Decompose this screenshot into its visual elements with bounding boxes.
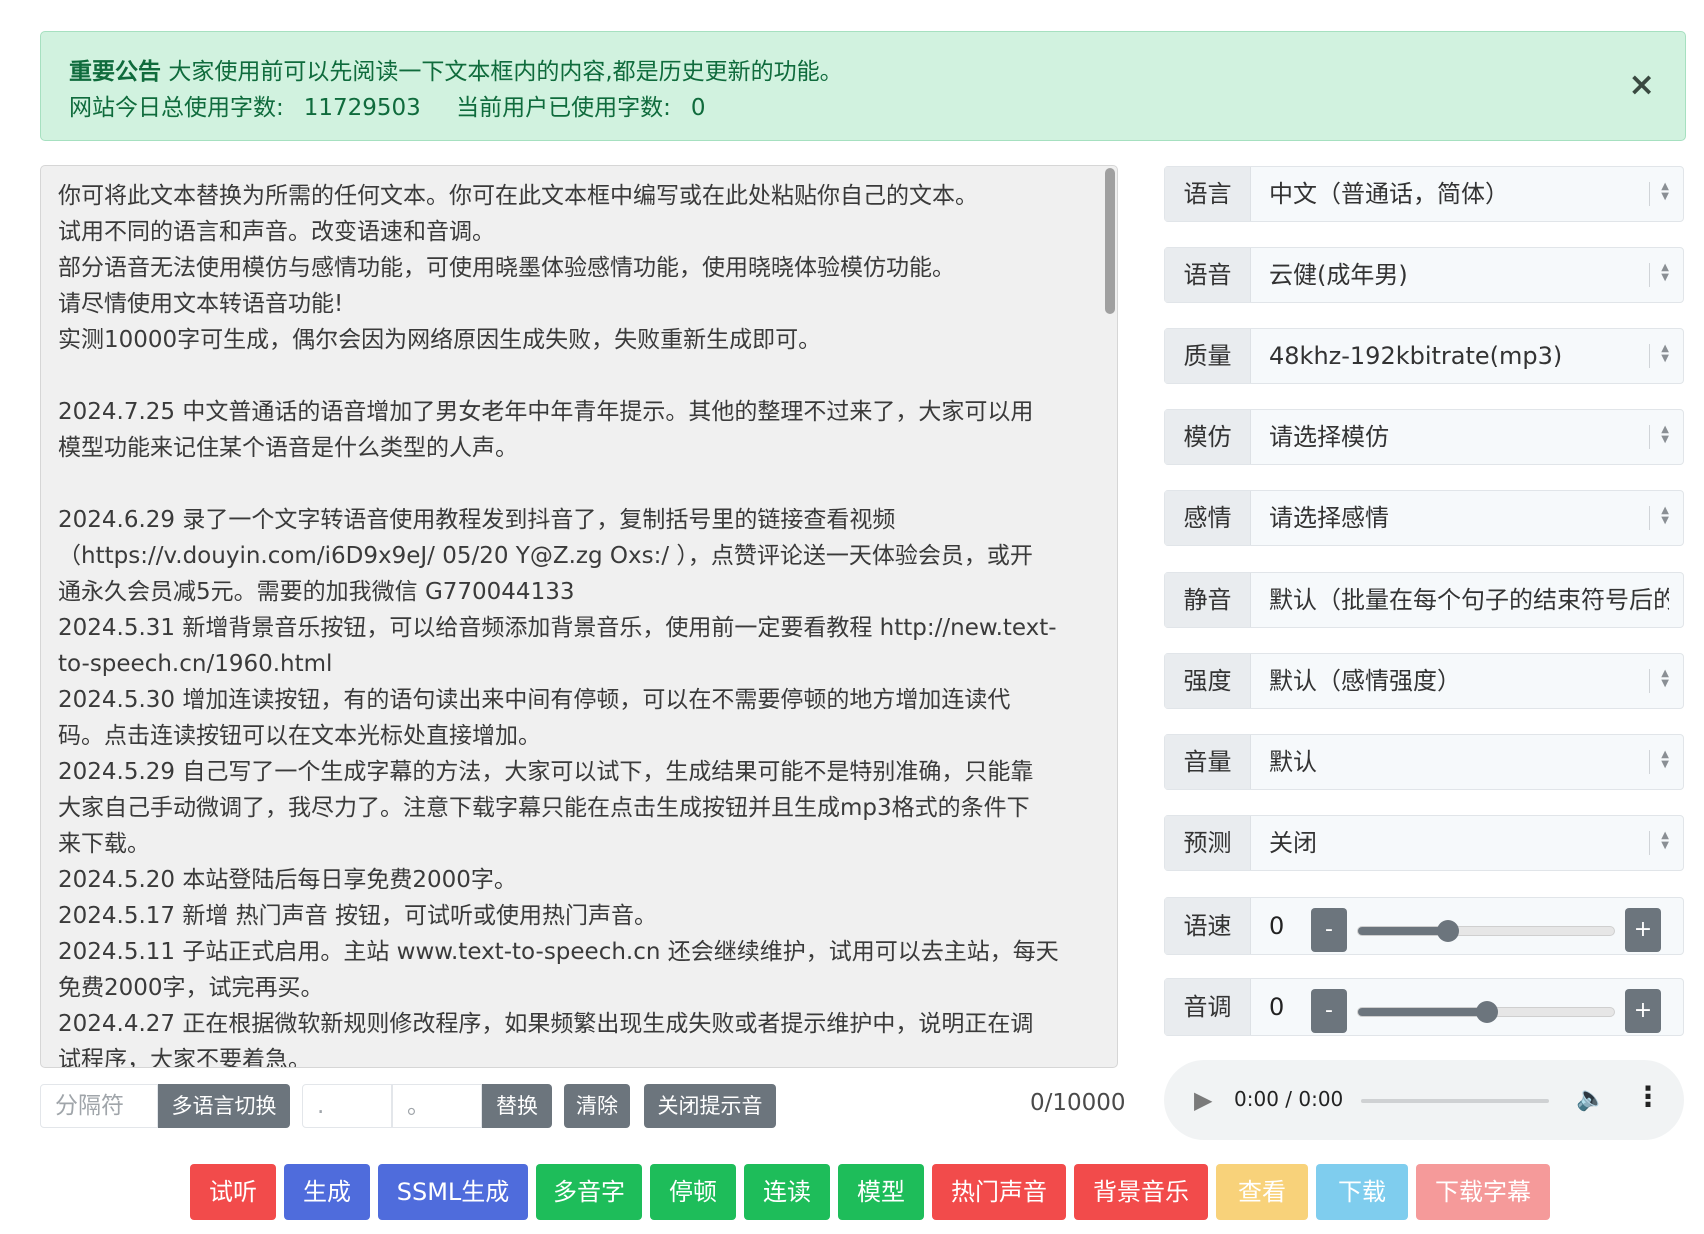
action-button[interactable]: 多音字 [536,1164,642,1220]
close-tone-button[interactable]: 关闭提示音 [644,1084,776,1128]
pitch-slider-thumb[interactable] [1476,1001,1498,1023]
rate-label: 语速 [1165,898,1251,954]
intensity-value[interactable]: 默认（感情强度） [1269,654,1633,708]
chevron-updown-icon: ▲ ▼ [1649,344,1669,368]
volume-label: 音量 [1165,735,1251,789]
imitate-value[interactable]: 请选择模仿 [1269,410,1633,464]
rate-control: 语速 0 - + [1164,897,1684,955]
play-icon[interactable]: ▶ [1194,1086,1212,1114]
usage-stats: 网站今日总使用字数: 11729503 当前用户已使用字数: 0 [69,90,1657,126]
close-icon[interactable]: × [1628,68,1655,100]
volume-value[interactable]: 默认 [1269,735,1633,789]
silence-value[interactable]: 默认（批量在每个句子的结束符号后的 [1269,573,1669,627]
intensity-label: 强度 [1165,654,1251,708]
announcement-title: 重要公告 [69,59,161,85]
volume-icon[interactable]: 🔈 [1576,1084,1606,1112]
emotion-label: 感情 [1165,491,1251,545]
rate-increase-button[interactable]: + [1625,908,1661,952]
pitch-slider[interactable] [1357,1001,1615,1023]
imitate-select[interactable]: 模仿 请选择模仿 ▲ ▼ [1164,409,1684,465]
today-usage-label: 网站今日总使用字数: [69,95,284,121]
text-editor[interactable]: 你可将此文本替换为所需的任何文本。你可在此文本框中编写或在此处粘贴你自己的文本。… [40,165,1118,1068]
action-button[interactable]: 模型 [838,1164,924,1220]
action-button[interactable]: 热门声音 [932,1164,1066,1220]
announcement-message: 大家使用前可以先阅读一下文本框内的内容,都是历史更新的功能。 [168,59,843,85]
silence-label: 静音 [1165,573,1251,627]
user-usage-value: 0 [690,95,706,121]
action-button[interactable]: 背景音乐 [1074,1164,1208,1220]
voice-select[interactable]: 语音 云健(成年男) ▲ ▼ [1164,247,1684,303]
today-usage-value: 11729503 [303,95,421,121]
action-button[interactable]: 下载 [1316,1164,1408,1220]
action-button[interactable]: SSML生成 [378,1164,528,1220]
volume-select[interactable]: 音量 默认 ▲ ▼ [1164,734,1684,790]
quality-label: 质量 [1165,329,1251,383]
chevron-updown-icon: ▲ ▼ [1649,831,1669,855]
rate-value: 0 [1269,912,1285,940]
rate-decrease-button[interactable]: - [1311,908,1347,952]
chevron-updown-icon: ▲ ▼ [1649,750,1669,774]
pitch-slider-fill [1358,1008,1487,1016]
replace-input[interactable]: 。 [392,1084,482,1128]
predict-select[interactable]: 预测 关闭 ▲ ▼ [1164,815,1684,871]
multilang-switch-button[interactable]: 多语言切换 [158,1084,290,1128]
action-button[interactable]: 下载字幕 [1416,1164,1550,1220]
chevron-updown-icon: ▲ ▼ [1649,425,1669,449]
chevron-updown-icon: ▲ ▼ [1649,506,1669,530]
rate-slider-thumb[interactable] [1437,920,1460,942]
emotion-value[interactable]: 请选择感情 [1269,491,1633,545]
voice-label: 语音 [1165,248,1251,302]
audio-player: ▶ 0:00 / 0:00 🔈 ⋮ [1164,1060,1684,1140]
announcement-alert: 重要公告 大家使用前可以先阅读一下文本框内的内容,都是历史更新的功能。 网站今日… [40,31,1686,141]
voice-value[interactable]: 云健(成年男) [1269,248,1633,302]
rate-slider-fill [1358,927,1449,935]
replace-button[interactable]: 替换 [482,1084,552,1128]
user-usage-label: 当前用户已使用字数: [456,95,671,121]
intensity-select[interactable]: 强度 默认（感情强度） ▲ ▼ [1164,653,1684,709]
language-label: 语言 [1165,167,1251,221]
find-input[interactable]: . [302,1084,392,1128]
pitch-increase-button[interactable]: + [1625,989,1661,1033]
quality-select[interactable]: 质量 48khz-192kbitrate(mp3) ▲ ▼ [1164,328,1684,384]
language-select[interactable]: 语言 中文（普通话，简体） ▲ ▼ [1164,166,1684,222]
pitch-label: 音调 [1165,979,1251,1035]
clear-button[interactable]: 清除 [564,1084,630,1128]
predict-value[interactable]: 关闭 [1269,816,1633,870]
action-button[interactable]: 生成 [284,1164,370,1220]
action-button[interactable]: 连读 [744,1164,830,1220]
imitate-label: 模仿 [1165,410,1251,464]
action-button[interactable]: 试听 [190,1164,276,1220]
separator-input[interactable]: 分隔符 [40,1084,158,1128]
predict-label: 预测 [1165,816,1251,870]
action-button[interactable]: 停顿 [650,1164,736,1220]
chevron-updown-icon: ▲ ▼ [1649,263,1669,287]
silence-input[interactable]: 静音 默认（批量在每个句子的结束符号后的 [1164,572,1684,628]
more-options-icon[interactable]: ⋮ [1634,1080,1662,1113]
rate-slider[interactable] [1357,920,1615,942]
pitch-value: 0 [1269,993,1285,1021]
pitch-control: 音调 0 - + [1164,978,1684,1036]
chevron-updown-icon: ▲ ▼ [1649,669,1669,693]
audio-time: 0:00 / 0:00 [1234,1087,1344,1111]
action-button[interactable]: 查看 [1216,1164,1308,1220]
chevron-updown-icon: ▲ ▼ [1649,182,1669,206]
editor-scrollbar[interactable] [1105,168,1115,314]
audio-progress[interactable] [1361,1099,1549,1103]
quality-value[interactable]: 48khz-192kbitrate(mp3) [1269,329,1633,383]
editor-text[interactable]: 你可将此文本替换为所需的任何文本。你可在此文本框中编写或在此处粘贴你自己的文本。… [58,178,1117,1067]
emotion-select[interactable]: 感情 请选择感情 ▲ ▼ [1164,490,1684,546]
language-value[interactable]: 中文（普通话，简体） [1269,167,1633,221]
announcement-line-1: 重要公告 大家使用前可以先阅读一下文本框内的内容,都是历史更新的功能。 [69,54,1657,90]
char-counter: 0/10000 [1030,1090,1126,1116]
pitch-decrease-button[interactable]: - [1311,989,1347,1033]
